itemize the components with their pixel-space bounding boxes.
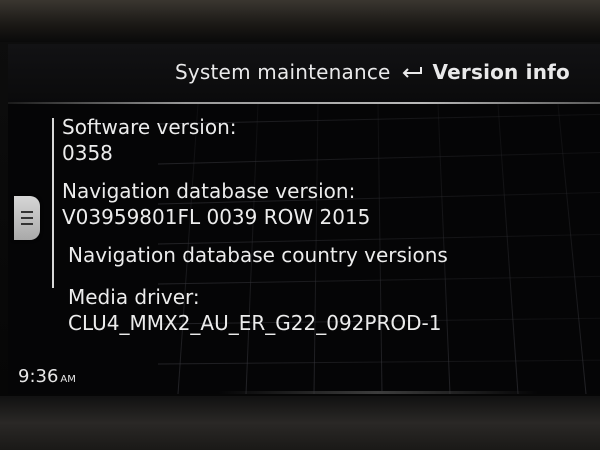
entry-value: 0358 [62, 141, 113, 165]
breadcrumb-parent[interactable]: System maintenance [175, 60, 391, 84]
list-item-navigation-country-versions[interactable]: Navigation database country versions [68, 242, 582, 268]
screen: System maintenance Version info Software… [8, 44, 600, 394]
entry-value: CLU4_MMX2_AU_ER_G22_092PROD-1 [68, 311, 442, 335]
list-item-software-version[interactable]: Software version: 0358 [62, 114, 582, 166]
side-menu-button[interactable] [14, 196, 40, 240]
status-clock: 9:36 AM [18, 366, 76, 387]
breadcrumb: System maintenance Version info [175, 60, 570, 84]
header-divider [8, 102, 600, 104]
clock-ampm: AM [60, 374, 76, 385]
page-title: Version info [432, 60, 570, 84]
top-bezel [0, 0, 600, 42]
entry-label: Navigation database country versions [68, 243, 448, 267]
title-bar: System maintenance Version info [8, 44, 600, 104]
list-bracket [52, 118, 54, 288]
list-item-media-driver[interactable]: Media driver: CLU4_MMX2_AU_ER_G22_092PRO… [68, 284, 582, 336]
entry-value: V03959801FL 0039 ROW 2015 [62, 205, 371, 229]
version-info-list: Software version: 0358 Navigation databa… [62, 114, 582, 348]
list-item-navigation-database-version[interactable]: Navigation database version: V03959801FL… [62, 178, 582, 230]
entry-label: Media driver: [68, 285, 200, 309]
bottom-accent [218, 391, 538, 394]
menu-lines-icon [21, 211, 33, 213]
clock-time: 9:36 [18, 366, 59, 387]
return-arrow-icon[interactable] [399, 63, 425, 81]
bottom-bezel [0, 396, 600, 450]
entry-label: Navigation database version: [62, 179, 356, 203]
device-frame: System maintenance Version info Software… [0, 0, 600, 450]
entry-label: Software version: [62, 115, 237, 139]
